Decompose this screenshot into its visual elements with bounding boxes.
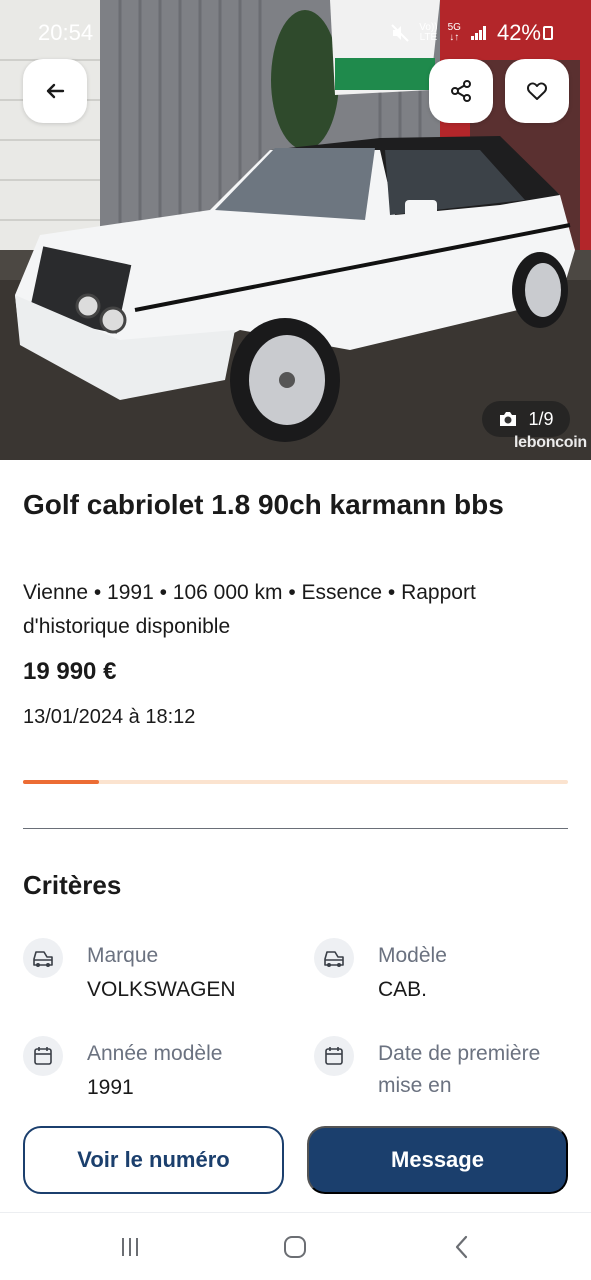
criteria-brand: Marque VOLKSWAGEN [23, 938, 283, 1018]
car-photo-illustration [0, 0, 591, 460]
criteria-first-registration: Date de première mise en [314, 1036, 574, 1106]
listing-meta: Vienne • 1991 • 106 000 km • Essence • R… [23, 581, 476, 638]
listing-title: Golf cabriolet 1.8 90ch karmann bbs [23, 489, 504, 520]
section-progress-fill [23, 780, 100, 784]
criteria-value: 1991 [87, 1076, 134, 1099]
back-chevron-icon [455, 1235, 468, 1259]
calendar-icon [314, 1036, 354, 1076]
5g-bottom: ↓↑ [449, 32, 460, 43]
system-nav-bar [0, 1212, 591, 1280]
back-button[interactable] [23, 59, 87, 123]
favorite-button[interactable] [505, 59, 569, 123]
home-button[interactable] [275, 1231, 315, 1263]
criteria-value: CAB. [378, 978, 428, 1001]
photo-counter-text: 1/9 [528, 408, 554, 429]
volte-bottom: LTE [419, 32, 438, 43]
signal-icon [470, 26, 487, 40]
criteria-label: Date de première mise en [378, 1042, 541, 1097]
criteria-model-year: Année modèle 1991 [23, 1036, 283, 1106]
criteria-model: Modèle CAB. [314, 938, 574, 1018]
criteria-label: Marque [87, 944, 159, 967]
5g-indicator: 5G ↓↑ [448, 23, 461, 43]
status-bar: 20:54 Vo)) LTE 5G ↓↑ 42% [0, 0, 591, 64]
leboncoin-watermark: leboncoin [514, 434, 587, 451]
message-button[interactable]: Message [307, 1126, 568, 1194]
criteria-label: Année modèle [87, 1042, 223, 1065]
divider [23, 828, 568, 829]
heart-icon [526, 82, 548, 100]
criteria-value: VOLKSWAGEN [87, 978, 236, 1001]
criteria-label: Modèle [378, 944, 447, 967]
car-icon [314, 938, 354, 978]
show-phone-button[interactable]: Voir le numéro [23, 1126, 284, 1194]
photo-counter[interactable]: 1/9 [482, 401, 570, 437]
listing-price: 19 990 € [23, 658, 117, 685]
camera-icon [500, 412, 517, 426]
system-back-button[interactable] [442, 1231, 482, 1263]
listing-photo[interactable]: 20:54 Vo)) LTE 5G ↓↑ 42% 1/9 leboncoin [0, 0, 591, 460]
mute-icon [391, 24, 409, 42]
battery-icon [543, 26, 553, 40]
battery-percent: 42% [496, 20, 541, 45]
recents-button[interactable] [110, 1231, 150, 1263]
calendar-icon [23, 1036, 63, 1076]
arrow-left-icon [46, 83, 65, 99]
action-bar: Voir le numéro Message [0, 1106, 591, 1212]
volte-indicator: Vo)) LTE [419, 23, 437, 43]
share-icon [451, 80, 471, 102]
home-icon [284, 1236, 306, 1258]
car-icon [23, 938, 63, 978]
listing-date: 13/01/2024 à 18:12 [23, 706, 196, 728]
share-button[interactable] [429, 59, 493, 123]
recents-icon [122, 1238, 138, 1256]
status-time: 20:54 [38, 20, 94, 45]
criteria-title: Critères [23, 870, 122, 900]
status-indicators: Vo)) LTE 5G ↓↑ 42% [391, 20, 541, 46]
section-progress-bar [23, 780, 568, 784]
